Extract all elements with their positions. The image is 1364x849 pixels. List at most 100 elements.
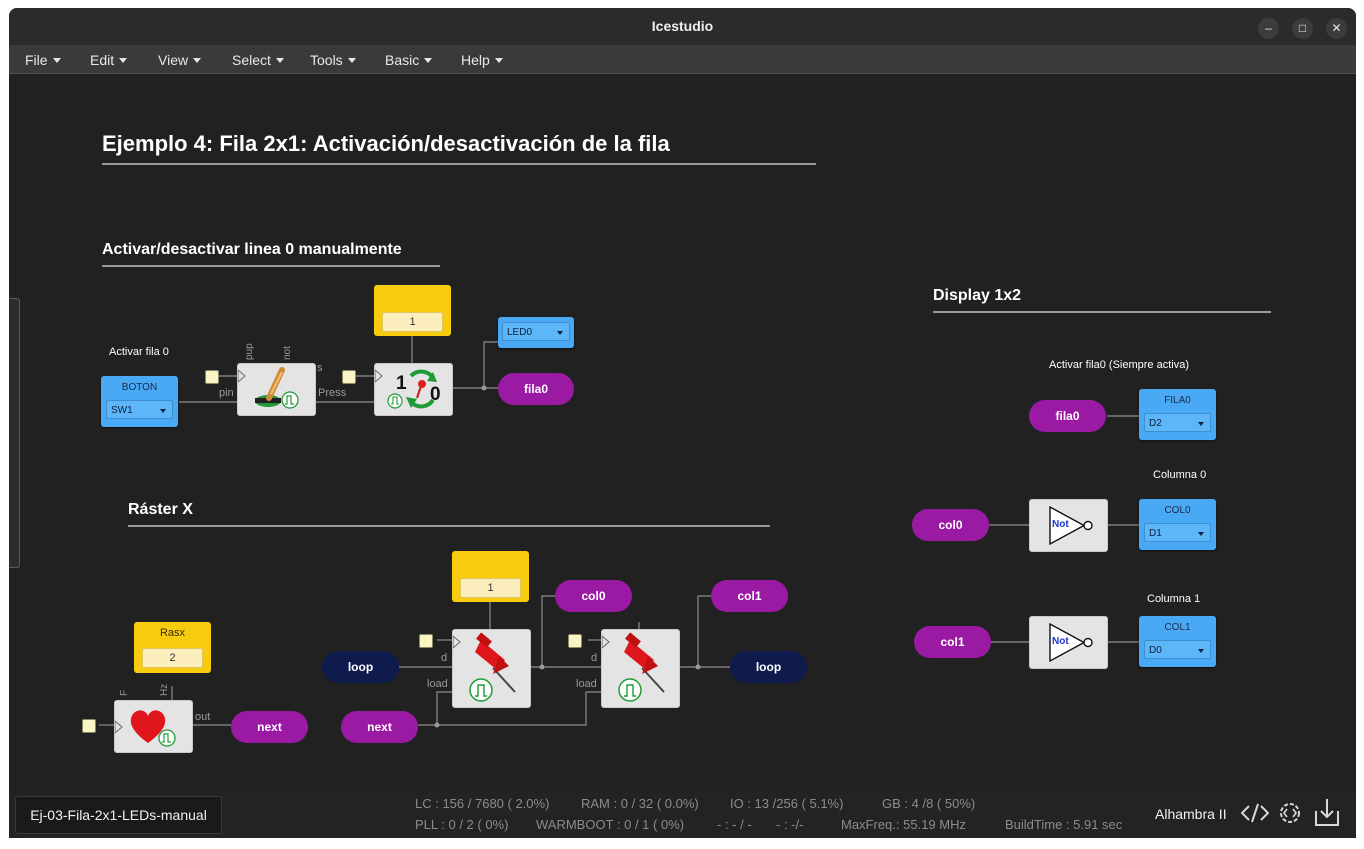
next-output-label[interactable]: next <box>231 711 308 743</box>
boton-name: BOTON <box>121 382 158 393</box>
not-gate-col0[interactable]: Not <box>1029 499 1108 552</box>
stat-buildtime: BuildTime : 5.91 sec <box>1005 817 1123 832</box>
register-block-0[interactable] <box>452 629 531 708</box>
heart-port-out: out <box>195 711 211 723</box>
register0-port-load: load <box>427 678 448 690</box>
section-raster-underline <box>128 525 770 527</box>
button-clock-input[interactable] <box>205 370 219 384</box>
rasx-constant[interactable]: Rasx 2 <box>134 622 211 673</box>
stat-ram: RAM : 0 / 32 ( 0.0%) <box>581 796 699 811</box>
section-display-underline <box>933 311 1271 313</box>
rasx-value[interactable]: 2 <box>142 648 203 668</box>
chevron-down-icon <box>1198 422 1204 426</box>
col1-pin-select[interactable]: D0 <box>1144 640 1211 659</box>
register1-clock-input[interactable] <box>568 634 582 648</box>
pin-register-icon <box>452 632 516 702</box>
toggle-digit-zero: 0 <box>430 384 441 405</box>
col1-output-label[interactable]: col1 <box>711 580 788 612</box>
register1-port-load: load <box>576 678 597 690</box>
register-constant[interactable]: 1 <box>452 551 529 602</box>
menu-edit[interactable]: Edit <box>90 52 128 68</box>
window-title: Icestudio <box>651 18 714 34</box>
title-underline <box>102 163 816 165</box>
button-icon <box>237 367 299 409</box>
col0-comment: Columna 0 <box>1153 469 1207 481</box>
loop-input-label[interactable]: loop <box>322 651 399 683</box>
register0-clock-input[interactable] <box>419 634 433 648</box>
led0-pin-select[interactable]: LED0 <box>502 322 570 341</box>
stat-gb: GB : 4 /8 ( 50%) <box>882 796 976 811</box>
chevron-down-icon <box>160 409 166 413</box>
boton-input-block[interactable]: BOTON SW1 <box>101 376 178 427</box>
col1-name: COL1 <box>1164 622 1191 633</box>
minimize-button[interactable]: – <box>1258 18 1279 39</box>
section-manual-underline <box>102 265 440 267</box>
app-window: Icestudio – □ ✕ File Edit View Select To… <box>9 8 1356 838</box>
menu-tools[interactable]: Tools <box>310 52 356 68</box>
col0-pin-select[interactable]: D1 <box>1144 523 1211 542</box>
side-toolbar-handle[interactable] <box>9 298 20 568</box>
heartbeat-block[interactable] <box>114 700 193 753</box>
chevron-down-icon <box>557 331 563 335</box>
close-button[interactable]: ✕ <box>1326 18 1347 39</box>
stat-maxfreq: MaxFreq.: 55.19 MHz <box>841 817 966 832</box>
code-icon[interactable] <box>1241 802 1269 824</box>
design-canvas[interactable]: Ejemplo 4: Fila 2x1: Activación/desactiv… <box>9 74 1356 790</box>
menu-basic[interactable]: Basic <box>385 52 433 68</box>
button-port-s: s <box>317 362 323 374</box>
chevron-down-icon <box>1198 649 1204 653</box>
fila0-output-block[interactable]: FILA0 D2 <box>1139 389 1216 440</box>
toggle-block[interactable]: 1 0 <box>374 363 453 416</box>
board-name[interactable]: Alhambra II <box>1155 806 1227 822</box>
fila0-name: FILA0 <box>1164 395 1191 406</box>
stat-lc: LC : 156 / 7680 ( 2.0%) <box>415 796 550 811</box>
pin-register-icon <box>601 632 665 702</box>
menu-select[interactable]: Select <box>232 52 284 68</box>
boton-pin-select[interactable]: SW1 <box>106 400 173 419</box>
toggle-digit-one: 1 <box>396 373 407 394</box>
col0-name: COL0 <box>1164 505 1191 516</box>
fila0-input-label[interactable]: fila0 <box>1029 400 1106 432</box>
col1-comment: Columna 1 <box>1147 593 1201 605</box>
register1-port-d: d <box>591 652 598 664</box>
button-port-press: Press <box>318 387 347 399</box>
menu-view[interactable]: View <box>158 52 202 68</box>
col1-output-block[interactable]: COL1 D0 <box>1139 616 1216 667</box>
next-input-label[interactable]: next <box>341 711 418 743</box>
chevron-down-icon <box>1198 532 1204 536</box>
file-name-tag[interactable]: Ej-03-Fila-2x1-LEDs-manual <box>15 796 222 834</box>
rasx-name: Rasx <box>159 627 186 639</box>
settings-code-icon[interactable] <box>1276 799 1304 827</box>
stat-dash-2: - : -/- <box>776 817 804 832</box>
stat-warmboot: WARMBOOT : 0 / 1 ( 0%) <box>536 817 685 832</box>
status-bar: Ej-03-Fila-2x1-LEDs-manual LC : 156 / 76… <box>9 790 1356 838</box>
col0-output-label[interactable]: col0 <box>555 580 632 612</box>
led0-output-block[interactable]: LED0 <box>498 317 574 348</box>
register-block-1[interactable] <box>601 629 680 708</box>
maximize-button[interactable]: □ <box>1292 18 1313 39</box>
fila0-output-label[interactable]: fila0 <box>498 373 574 405</box>
not-gate-col1[interactable]: Not <box>1029 616 1108 669</box>
fila0-pin-select[interactable]: D2 <box>1144 413 1211 432</box>
loop-output-label[interactable]: loop <box>730 651 807 683</box>
register0-port-d: d <box>441 652 448 664</box>
menu-file[interactable]: File <box>25 52 61 68</box>
col0-input-label[interactable]: col0 <box>912 509 989 541</box>
display-comment: Activar fila0 (Siempre activa) <box>1049 359 1189 371</box>
stat-dash-1: - : - / - <box>717 817 752 832</box>
toggle-constant-value[interactable]: 1 <box>382 312 443 332</box>
toggle-constant[interactable]: 1 <box>374 285 451 336</box>
heart-clock-input[interactable] <box>82 719 96 733</box>
register-constant-value[interactable]: 1 <box>460 578 521 598</box>
button-port-pin: pin <box>219 387 234 399</box>
heart-port-f: F <box>119 689 130 696</box>
toggle-clock-input[interactable] <box>342 370 356 384</box>
button-block[interactable] <box>237 363 316 416</box>
download-icon[interactable] <box>1314 797 1340 829</box>
menu-help[interactable]: Help <box>461 52 503 68</box>
col1-input-label[interactable]: col1 <box>914 626 991 658</box>
title-bar: Icestudio – □ ✕ <box>9 8 1356 45</box>
col0-output-block[interactable]: COL0 D1 <box>1139 499 1216 550</box>
heart-port-hz: Hz <box>159 683 170 696</box>
menu-bar: File Edit View Select Tools Basic Help <box>9 45 1356 74</box>
